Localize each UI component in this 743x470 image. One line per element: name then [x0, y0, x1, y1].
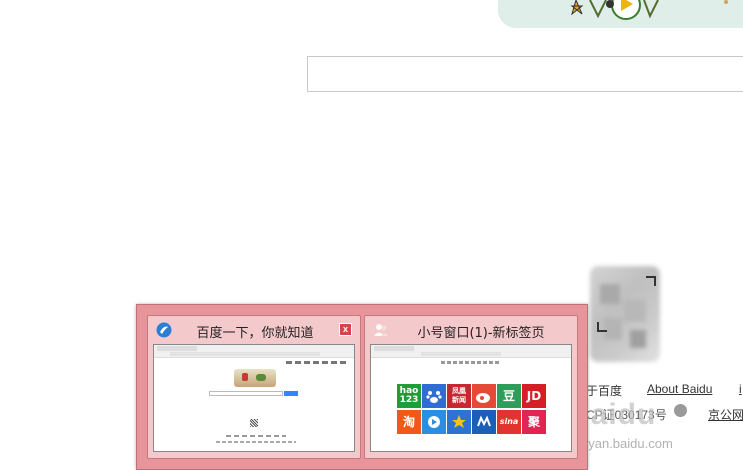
alt-account-icon: [373, 322, 389, 338]
doodle-art-icon: [498, 0, 743, 28]
thumbnail-header: 小号窗口(1)-新标签页: [365, 316, 577, 342]
mini-nav-links: [286, 361, 346, 364]
about-link[interactable]: 于百度: [586, 382, 622, 399]
mini-browser-chrome: [371, 345, 571, 358]
mini-doodle: [234, 369, 276, 387]
mini-qr-code: [250, 419, 258, 427]
doodle-banner[interactable]: [498, 0, 743, 28]
close-button[interactable]: x: [339, 323, 352, 336]
tile-douban[interactable]: 豆: [497, 384, 521, 408]
taskbar-preview-popup: 百度一下，你就知道 x 小号窗口(1)-新标签页 hao 123 凤凰 新闻 豆…: [136, 304, 588, 470]
qr-corner-marker: [597, 322, 607, 332]
page-snapshot: [153, 344, 355, 452]
mini-footer: [216, 441, 296, 443]
search-input[interactable]: [307, 56, 743, 92]
baidu-paw-icon: [426, 391, 442, 403]
tile-hao123[interactable]: hao 123: [397, 384, 421, 408]
weibo-icon: [476, 393, 490, 403]
tile-weibo[interactable]: [472, 384, 496, 408]
tile-baidu[interactable]: [422, 384, 446, 408]
tile-video[interactable]: [422, 410, 446, 434]
window-title: 小号窗口(1)-新标签页: [417, 326, 545, 341]
footer-link-fragment[interactable]: i: [739, 382, 742, 396]
mini-browser-chrome: [154, 345, 354, 358]
tile-label: JD: [526, 389, 542, 403]
window-thumbnail-baidu[interactable]: 百度一下，你就知道 x: [147, 315, 361, 459]
mini-search-box: [209, 391, 283, 396]
tile-label: hao 123: [399, 386, 419, 405]
mini-footer: [226, 435, 286, 437]
mini-search-button: [284, 391, 298, 396]
about-baidu-link[interactable]: About Baidu: [647, 382, 712, 396]
tile-favorites[interactable]: [447, 410, 471, 434]
mini-nav-links: [441, 361, 501, 364]
browser-logo-icon: [156, 322, 172, 338]
watermark: Baidu jingyan.baidu.com: [568, 398, 743, 456]
star-icon: [452, 415, 466, 428]
tile-taobao[interactable]: 淘: [397, 410, 421, 434]
qr-corner-marker: [646, 276, 656, 286]
tile-label: 豆: [502, 389, 515, 403]
tile-label: 淘: [402, 415, 415, 429]
tile-cloud[interactable]: [472, 410, 496, 434]
tile-label: sina: [499, 417, 519, 426]
video-play-icon: [428, 416, 440, 428]
tile-ifeng[interactable]: 凤凰 新闻: [447, 384, 471, 408]
tile-juhuasuan[interactable]: 聚: [522, 410, 546, 434]
tile-jd[interactable]: JD: [522, 384, 546, 408]
window-thumbnail-new-tab[interactable]: 小号窗口(1)-新标签页 hao 123 凤凰 新闻 豆 JD 淘 sina 聚: [364, 315, 578, 459]
page-snapshot: hao 123 凤凰 新闻 豆 JD 淘 sina 聚: [370, 344, 572, 452]
tile-label: 凤凰 新闻: [452, 387, 466, 404]
thumbnail-header: 百度一下，你就知道 x: [148, 316, 360, 342]
cloud-icon: [477, 415, 491, 427]
tile-sina[interactable]: sina: [497, 410, 521, 434]
speed-dial-grid: hao 123 凤凰 新闻 豆 JD 淘 sina 聚: [397, 384, 549, 436]
tile-label: 聚: [527, 415, 540, 429]
window-title: 百度一下，你就知道: [196, 326, 314, 341]
